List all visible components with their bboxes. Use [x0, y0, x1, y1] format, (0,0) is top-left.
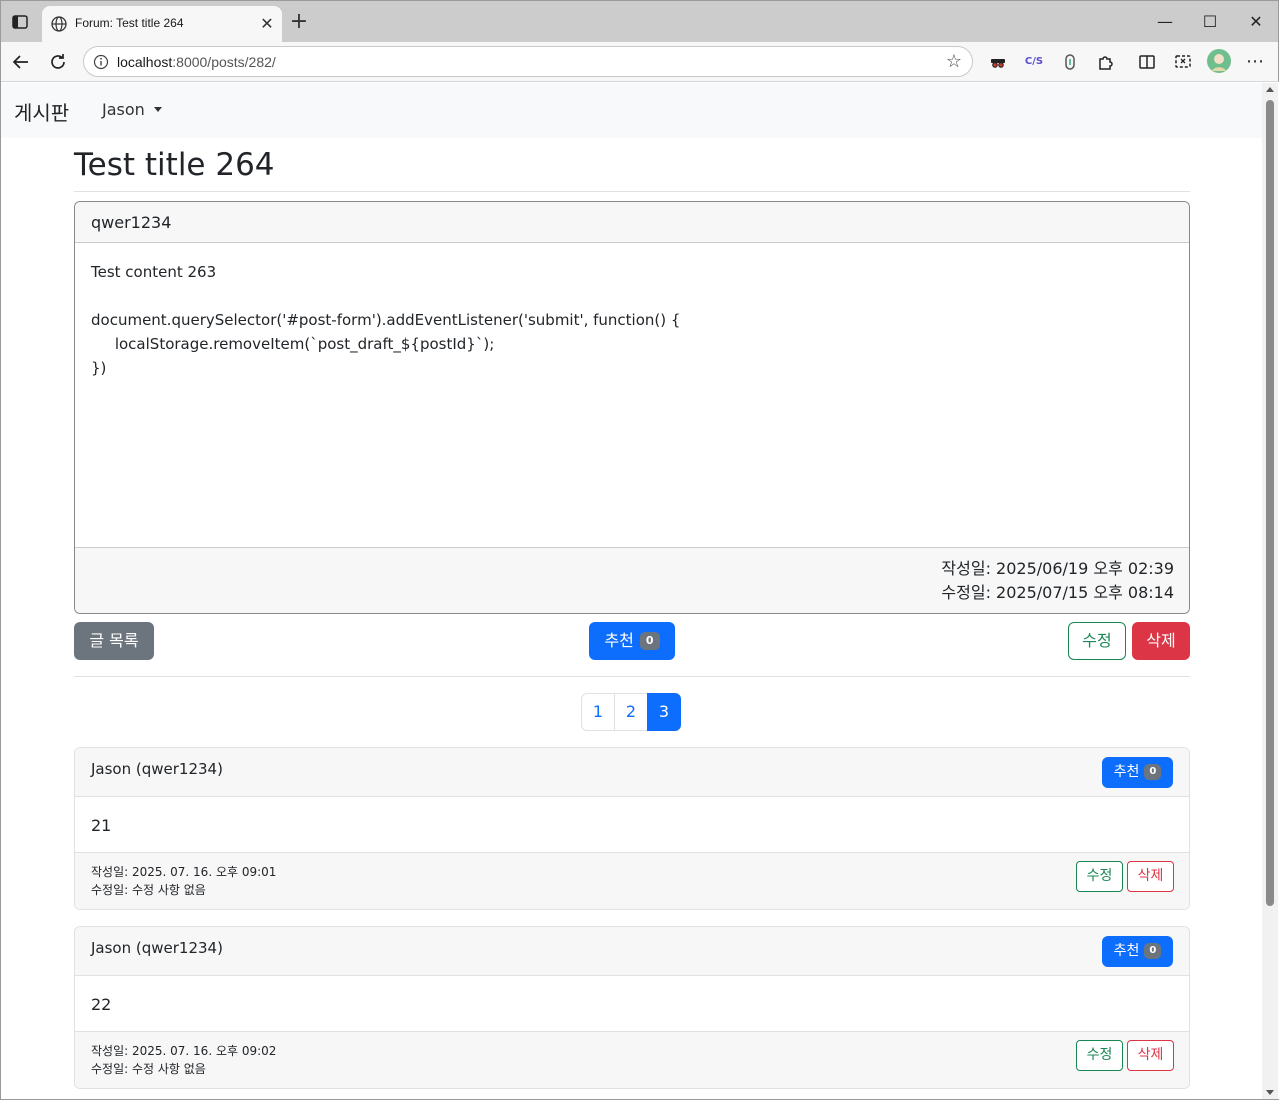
comment-edit-button[interactable]: 수정: [1076, 1040, 1123, 1071]
window-border: [0, 42, 1, 1100]
comment-author: Jason (qwer1234): [91, 939, 223, 957]
list-button[interactable]: 글 목록: [74, 622, 154, 660]
tab-actions-icon[interactable]: [11, 13, 29, 31]
tab-title: Forum: Test title 264: [75, 16, 184, 30]
user-dropdown[interactable]: Jason: [102, 100, 162, 119]
post-created-date: 작성일: 2025/06/19 오후 02:39: [941, 559, 1174, 578]
globe-icon: [50, 15, 68, 33]
comment-delete-button[interactable]: 삭제: [1127, 861, 1174, 892]
new-tab-icon[interactable]: +: [289, 11, 309, 33]
comment-dates: 작성일: 2025. 07. 16. 오후 09:01 수정일: 수정 사항 없…: [91, 863, 276, 899]
page-link-2[interactable]: 2: [614, 693, 648, 731]
recommend-button[interactable]: 추천 0: [589, 622, 675, 660]
extensions-puzzle-icon[interactable]: [1095, 51, 1117, 73]
comment-created-date: 작성일: 2025. 07. 16. 오후 09:02: [91, 1044, 277, 1058]
page-viewport: 게시판 Jason Test title 264 qwer1234 Test c…: [1, 83, 1262, 1099]
comment-updated-date: 수정일: 수정 사항 없음: [91, 1062, 206, 1076]
comment-recommend-count-badge: 0: [1144, 764, 1162, 780]
recommend-label: 추천: [604, 631, 634, 650]
screenshot-icon[interactable]: [1172, 51, 1194, 73]
scroll-down-arrow-icon[interactable]: [1266, 1090, 1274, 1095]
comment-recommend-button[interactable]: 추천 0: [1102, 757, 1173, 788]
comment-card: Jason (qwer1234) 추천 0 21 작성일: 2025. 07. 1…: [74, 747, 1190, 910]
comment-author: Jason (qwer1234): [91, 760, 223, 778]
minimize-icon[interactable]: —: [1153, 11, 1177, 35]
page-scrollbar[interactable]: [1262, 83, 1278, 1099]
scroll-thumb[interactable]: [1266, 100, 1274, 906]
comment-body: 22: [91, 995, 112, 1014]
title-divider: [74, 191, 1190, 192]
post-card-header: qwer1234: [75, 202, 1189, 243]
tab-close-icon[interactable]: ✕: [258, 15, 276, 33]
post-card-footer: 작성일: 2025/06/19 오후 02:39 수정일: 2025/07/15…: [75, 547, 1189, 613]
browser-tab[interactable]: Forum: Test title 264 ✕: [42, 6, 282, 43]
delete-button[interactable]: 삭제: [1132, 622, 1190, 660]
post-card: qwer1234 Test content 263 document.query…: [74, 201, 1190, 614]
recommend-count-badge: 0: [639, 632, 660, 650]
actions-divider: [74, 676, 1190, 677]
profile-avatar[interactable]: [1207, 49, 1231, 73]
page-title: Test title 264: [74, 147, 275, 183]
reload-icon[interactable]: [47, 51, 69, 73]
post-author: qwer1234: [91, 213, 172, 232]
edit-button[interactable]: 수정: [1068, 622, 1126, 660]
comment-updated-date: 수정일: 수정 사항 없음: [91, 883, 206, 897]
comment-footer: 작성일: 2025. 07. 16. 오후 09:01 수정일: 수정 사항 없…: [75, 852, 1189, 909]
extension-capsule-icon[interactable]: [1059, 51, 1081, 73]
scroll-up-arrow-icon[interactable]: [1266, 87, 1274, 92]
more-menu-icon[interactable]: ⋯: [1244, 51, 1266, 73]
caret-down-icon: [153, 107, 162, 112]
close-window-icon[interactable]: ✕: [1244, 11, 1268, 35]
comment-body: 21: [91, 816, 112, 835]
back-icon[interactable]: [10, 51, 32, 73]
favorite-star-icon[interactable]: ☆: [944, 52, 964, 72]
page-link-1[interactable]: 1: [581, 693, 615, 731]
comment-dates: 작성일: 2025. 07. 16. 오후 09:02 수정일: 수정 사항 없…: [91, 1042, 276, 1078]
css-js-extension-icon[interactable]: C/S: [1023, 51, 1045, 73]
comment-footer: 작성일: 2025. 07. 16. 오후 09:02 수정일: 수정 사항 없…: [75, 1031, 1189, 1088]
post-dates: 작성일: 2025/06/19 오후 02:39 수정일: 2025/07/15…: [941, 557, 1174, 605]
comment-card: Jason (qwer1234) 추천 0 22 작성일: 2025. 07. 1…: [74, 926, 1190, 1089]
browser-tabstrip: Forum: Test title 264 ✕ + — ☐ ✕: [0, 0, 1279, 43]
site-brand[interactable]: 게시판: [14, 97, 69, 126]
browser-toolbar: localhost:8000/posts/282/ ☆ C/S ⋯: [0, 42, 1279, 82]
comment-recommend-button[interactable]: 추천 0: [1102, 936, 1173, 967]
comment-edit-button[interactable]: 수정: [1076, 861, 1123, 892]
page-link-3[interactable]: 3: [647, 693, 681, 731]
comment-recommend-label: 추천: [1113, 764, 1140, 780]
post-updated-date: 수정일: 2025/07/15 오후 08:14: [941, 583, 1174, 602]
comment-pagination: 1 2 3: [581, 693, 681, 731]
incognito-extension-icon[interactable]: [987, 51, 1009, 73]
comment-created-date: 작성일: 2025. 07. 16. 오후 09:01: [91, 865, 277, 879]
user-name: Jason: [102, 100, 145, 119]
comment-recommend-count-badge: 0: [1144, 943, 1162, 959]
maximize-icon[interactable]: ☐: [1198, 11, 1222, 35]
comment-delete-button[interactable]: 삭제: [1127, 1040, 1174, 1071]
comment-header: Jason (qwer1234) 추천 0: [75, 748, 1189, 797]
site-info-icon[interactable]: [93, 54, 109, 70]
comment-recommend-label: 추천: [1113, 943, 1140, 959]
split-screen-icon[interactable]: [1136, 51, 1158, 73]
url-text: localhost:8000/posts/282/: [117, 54, 276, 70]
comment-header: Jason (qwer1234) 추천 0: [75, 927, 1189, 976]
address-bar[interactable]: localhost:8000/posts/282/ ☆: [83, 46, 973, 77]
post-content: Test content 263 document.querySelector(…: [91, 263, 681, 377]
site-navbar: 게시판 Jason: [1, 83, 1262, 138]
